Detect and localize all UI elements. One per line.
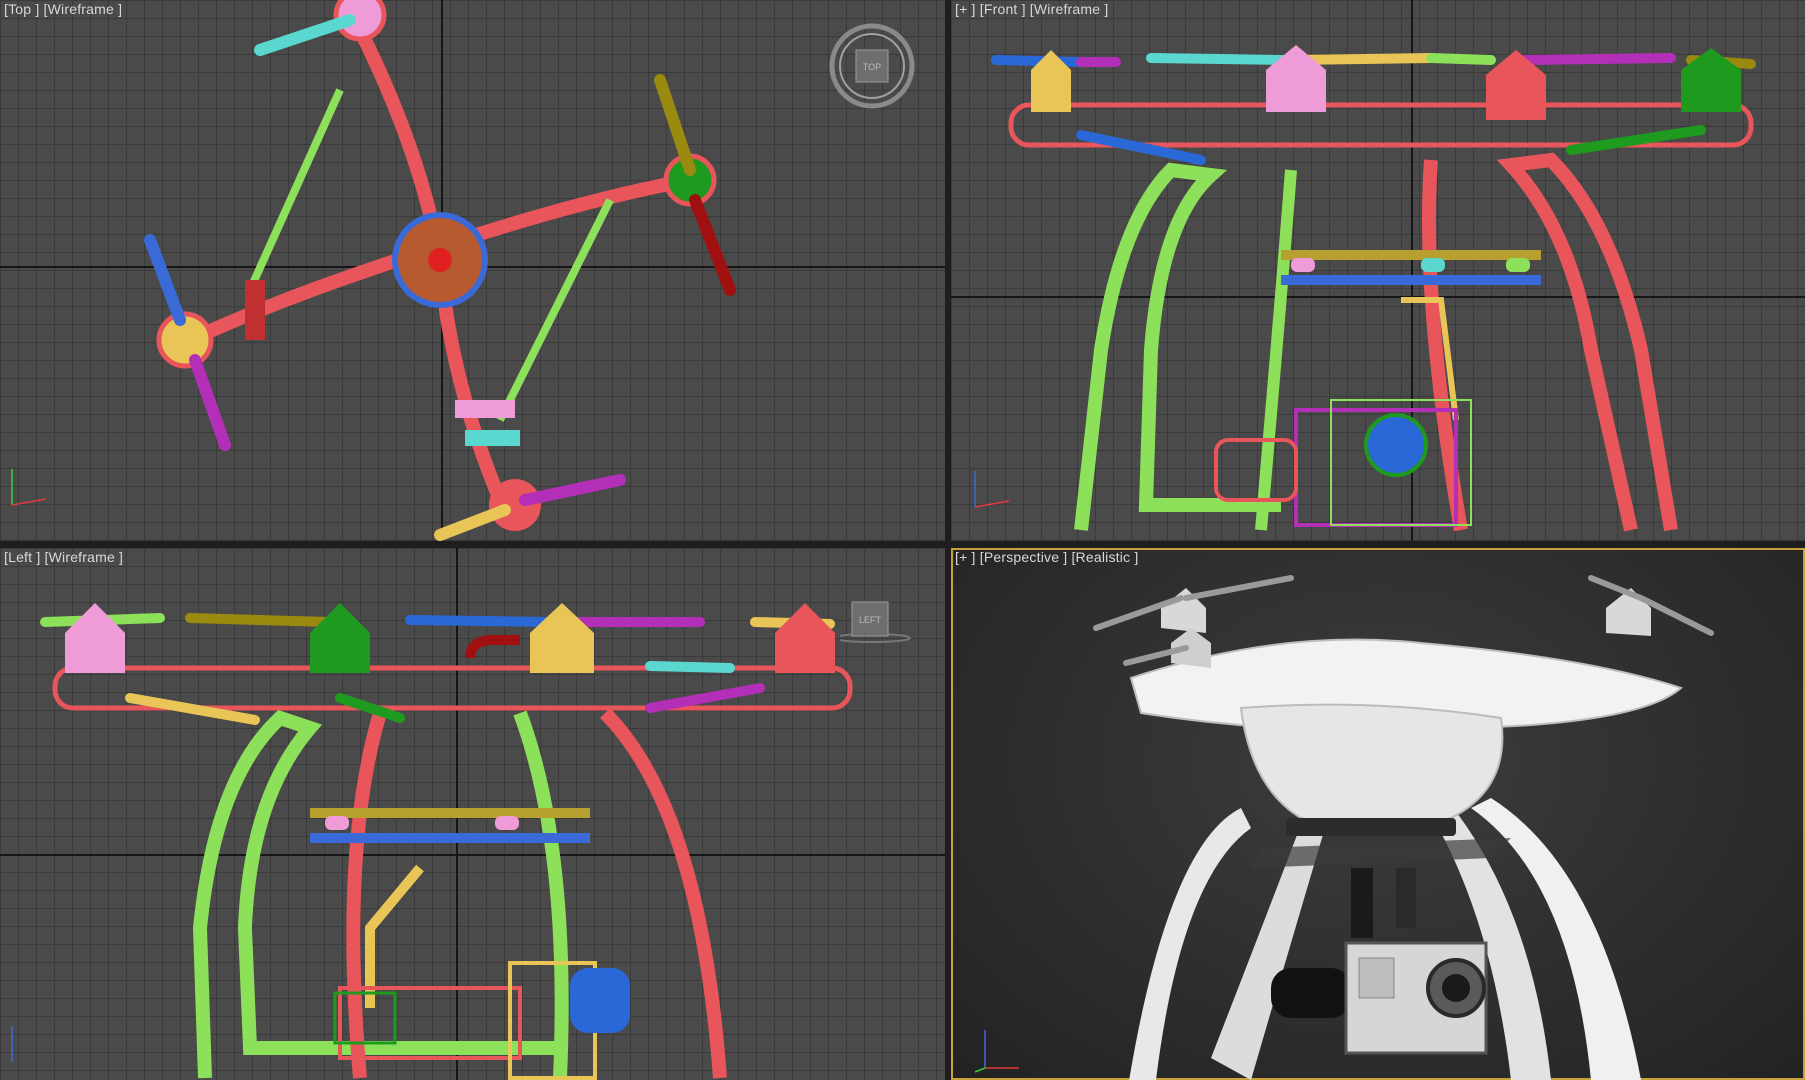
axis-triad-icon [11, 1026, 13, 1062]
view-name-button[interactable]: [Perspective ] [980, 549, 1068, 565]
viewport-perspective[interactable]: [+ ] [Perspective ] [Realistic ] [951, 548, 1805, 1080]
viewcube-top[interactable]: TOP [828, 22, 916, 110]
viewport-label-perspective: [+ ] [Perspective ] [Realistic ] [955, 549, 1138, 565]
viewport-top[interactable]: TOP [Top ] [Wireframe ] [0, 0, 945, 541]
viewport-front[interactable]: [+ ] [Front ] [Wireframe ] [951, 0, 1805, 541]
view-name-button[interactable]: [Front ] [980, 1, 1026, 17]
shading-mode-button[interactable]: [Realistic ] [1071, 549, 1138, 565]
viewport-label-top: [Top ] [Wireframe ] [4, 1, 122, 17]
shading-mode-button[interactable]: [Wireframe ] [44, 1, 123, 17]
viewport-label-left: [Left ] [Wireframe ] [4, 549, 123, 565]
shading-mode-button[interactable]: [Wireframe ] [45, 549, 124, 565]
drone-perspective-render[interactable] [951, 548, 1805, 1080]
view-name-button[interactable]: [Top ] [4, 1, 39, 17]
viewcube-left[interactable]: LEFT [833, 600, 920, 650]
drone-front-wireframe[interactable] [951, 0, 1805, 541]
axis-triad-icon [974, 1030, 1019, 1073]
viewport-left[interactable]: LEFT [Left ] [Wireframe ] [0, 548, 945, 1080]
shading-mode-button[interactable]: [Wireframe ] [1030, 1, 1109, 17]
axis-triad-icon [11, 469, 47, 506]
axis-triad-icon [974, 471, 1010, 508]
view-name-button[interactable]: [Left ] [4, 549, 40, 565]
viewport-menu-button[interactable]: [+ ] [955, 549, 976, 565]
drone-left-wireframe[interactable] [0, 548, 945, 1080]
drone-top-wireframe[interactable] [0, 0, 945, 541]
viewport-label-front: [+ ] [Front ] [Wireframe ] [955, 1, 1108, 17]
viewport-splitter-horizontal[interactable] [0, 541, 1805, 548]
viewcube-top-label: TOP [863, 62, 881, 72]
viewport-menu-button[interactable]: [+ ] [955, 1, 976, 17]
viewcube-left-label: LEFT [859, 615, 882, 625]
viewport-splitter-vertical[interactable] [945, 0, 951, 1080]
